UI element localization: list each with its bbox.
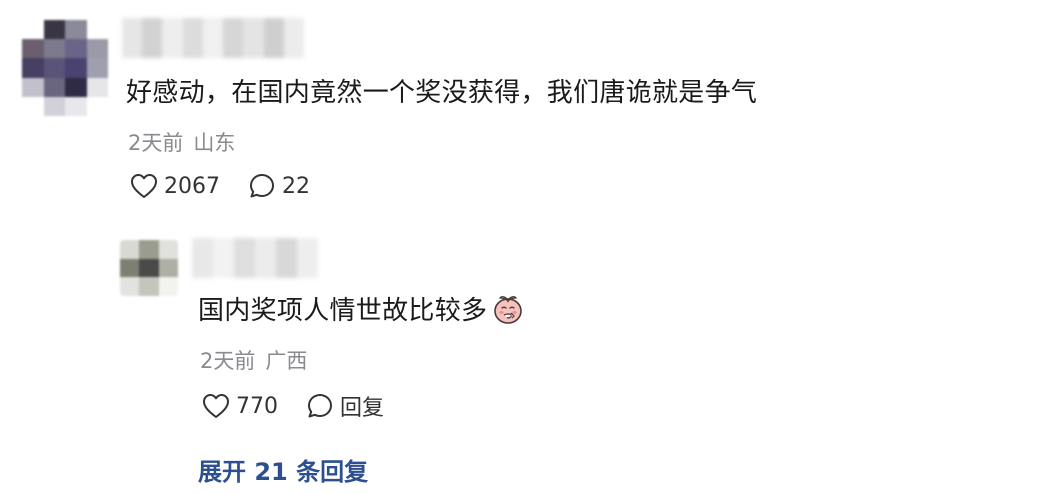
like-button[interactable]: 2067: [130, 173, 220, 199]
reply-count: 22: [282, 173, 310, 199]
reply-like-button[interactable]: 770: [202, 393, 278, 419]
reply-button[interactable]: 22: [248, 172, 310, 200]
comment-bubble-icon: [306, 392, 334, 420]
like-count: 2067: [164, 173, 220, 199]
reply-location: 广西: [265, 349, 308, 373]
expand-replies-link[interactable]: 展开 21 条回复: [198, 452, 368, 487]
comment-text: 好感动，在国内竟然一个奖没获得，我们唐诡就是争气: [126, 78, 758, 108]
reply-label: 回复: [340, 396, 385, 421]
reply-to-reply-button[interactable]: 回复: [306, 390, 384, 422]
reply-meta: 2天前 广西: [200, 345, 307, 375]
reply-like-count: 770: [236, 393, 278, 419]
comment-meta: 2天前 山东: [128, 127, 235, 157]
comment-time: 2天前: [128, 131, 184, 155]
comment-actions: 2067 22: [130, 172, 310, 200]
peach-face-emoji-icon: [491, 292, 525, 326]
reply-text: 国内奖项人情世故比较多: [198, 296, 488, 326]
reply-time: 2天前: [200, 349, 256, 373]
username-blurred[interactable]: [122, 18, 304, 58]
avatar[interactable]: [22, 20, 108, 116]
comment-thread: 好感动，在国内竟然一个奖没获得，我们唐诡就是争气 2天前 山东 2067 22 国…: [0, 0, 1054, 494]
reply-avatar[interactable]: [120, 240, 178, 296]
heart-icon: [202, 393, 230, 419]
comment-location: 山东: [193, 131, 236, 155]
reply-username-blurred[interactable]: [192, 238, 318, 278]
heart-icon: [130, 173, 158, 199]
reply-text-row: 国内奖项人情世故比较多: [198, 290, 525, 327]
reply-actions: 770 回复: [202, 390, 384, 422]
comment-bubble-icon: [248, 172, 276, 200]
